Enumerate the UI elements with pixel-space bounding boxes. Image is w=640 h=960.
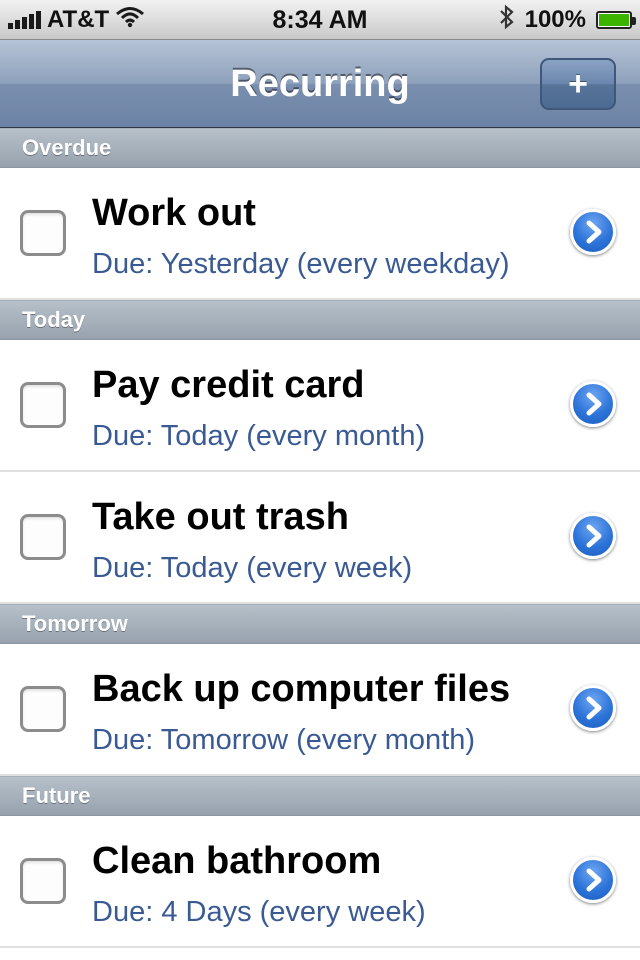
battery-icon — [596, 11, 636, 29]
task-checkbox[interactable] — [20, 514, 66, 560]
disclosure-arrow-icon[interactable] — [570, 381, 616, 427]
task-title: Pay credit card — [92, 364, 365, 406]
bluetooth-icon — [499, 4, 515, 37]
add-task-button[interactable]: + — [540, 58, 616, 110]
task-due: Due: Today (every month) — [92, 420, 426, 452]
task-row[interactable]: Clean bathroom Due: 4 Days (every week) — [0, 816, 640, 948]
nav-bar: Recurring + — [0, 40, 640, 128]
task-row[interactable]: Back up computer files Due: Tomorrow (ev… — [0, 644, 640, 776]
task-checkbox[interactable] — [20, 686, 66, 732]
battery-percent: 100% — [524, 6, 586, 33]
section-header-tomorrow: Tomorrow — [0, 604, 640, 644]
task-list: Overdue Work out Due: Yesterday (every w… — [0, 128, 640, 948]
task-row[interactable]: Work out Due: Yesterday (every weekday) — [0, 168, 640, 300]
disclosure-arrow-icon[interactable] — [570, 513, 616, 559]
screen: AT&T 8:34 AM 100% Recurring + Overdue Wo… — [0, 0, 640, 960]
task-title: Take out trash — [92, 496, 349, 538]
disclosure-arrow-icon[interactable] — [570, 209, 616, 255]
task-due: Due: 4 Days (every week) — [92, 896, 426, 928]
status-bar: AT&T 8:34 AM 100% — [0, 0, 640, 40]
task-checkbox[interactable] — [20, 210, 66, 256]
task-row[interactable]: Pay credit card Due: Today (every month) — [0, 340, 640, 472]
task-title: Back up computer files — [92, 668, 511, 710]
task-row[interactable]: Take out trash Due: Today (every week) — [0, 472, 640, 604]
task-checkbox[interactable] — [20, 858, 66, 904]
task-checkbox[interactable] — [20, 382, 66, 428]
battery-fill — [599, 14, 629, 26]
section-header-future: Future — [0, 776, 640, 816]
task-due: Due: Today (every week) — [92, 552, 413, 584]
task-due: Due: Tomorrow (every month) — [92, 724, 476, 756]
section-header-overdue: Overdue — [0, 128, 640, 168]
section-header-today: Today — [0, 300, 640, 340]
task-title: Work out — [92, 192, 256, 234]
task-title: Clean bathroom — [92, 840, 382, 882]
status-right: 100% — [499, 0, 636, 40]
disclosure-arrow-icon[interactable] — [570, 685, 616, 731]
task-due: Due: Yesterday (every weekday) — [92, 248, 510, 280]
disclosure-arrow-icon[interactable] — [570, 857, 616, 903]
